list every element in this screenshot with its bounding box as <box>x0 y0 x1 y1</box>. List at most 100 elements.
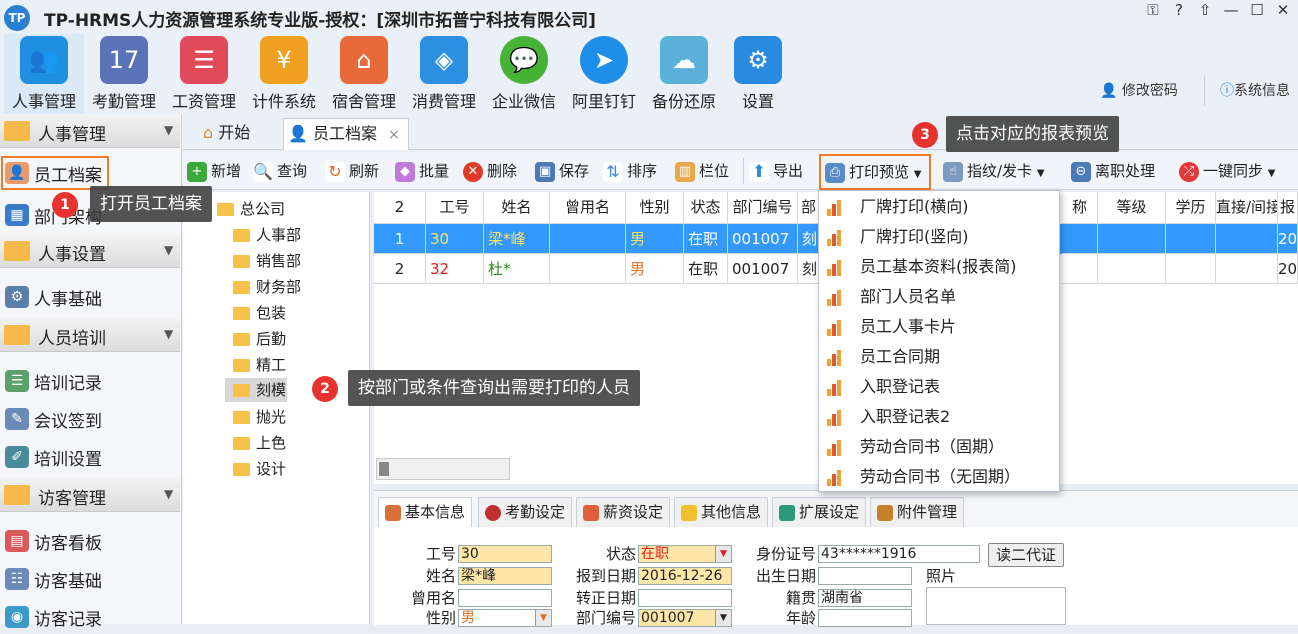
dept-no-select[interactable]: 001007 ▼ <box>638 609 732 627</box>
confirm-date-field[interactable] <box>638 589 732 607</box>
tab-home[interactable]: ⌂ 开始 <box>199 118 279 150</box>
sidebar-item-training-settings[interactable]: ✐ 培训设置 <box>0 438 180 474</box>
query-button[interactable]: 🔍 查询 <box>253 152 307 190</box>
column-header[interactable]: 等级 <box>1098 192 1166 224</box>
tab-salary[interactable]: 薪资设定 <box>576 497 671 527</box>
tree-node[interactable]: 设计 <box>233 458 286 480</box>
add-button[interactable]: + 新增 <box>187 152 241 190</box>
export-button[interactable]: ⬆ 导出 <box>749 152 803 190</box>
gender-select[interactable]: 男 ▼ <box>458 609 552 627</box>
close-button[interactable]: ✕ <box>1270 0 1296 22</box>
column-header[interactable]: 报 <box>1278 192 1298 224</box>
tree-node-selected[interactable]: 刻模 <box>225 378 287 402</box>
tab-attachments[interactable]: 附件管理 <box>870 497 965 527</box>
tree-node[interactable]: 财务部 <box>233 276 301 298</box>
read-id-card-button[interactable]: 读二代证 <box>988 543 1064 567</box>
join-date-field[interactable]: 2016-12-26 <box>638 567 732 585</box>
sidebar-section-training[interactable]: 人员培训 ▼ <box>0 318 180 352</box>
column-header[interactable]: 曾用名 <box>550 192 626 224</box>
menu-item[interactable]: 厂牌打印(横向) <box>819 192 1059 222</box>
ribbon-piecework[interactable]: ¥ 计件系统 <box>244 34 324 114</box>
tree-node-root[interactable]: 总公司 <box>217 198 285 220</box>
sidebar-section-hr-settings[interactable]: 人事设置 ▼ <box>0 234 180 268</box>
column-header[interactable]: 2 <box>374 192 426 224</box>
tree-node[interactable]: 精工 <box>233 354 286 376</box>
sidebar-item-visitor-board[interactable]: ▤ 访客看板 <box>0 522 180 558</box>
tree-node[interactable]: 销售部 <box>233 250 301 272</box>
menu-item[interactable]: 员工基本资料(报表简) <box>819 252 1059 282</box>
tab-attendance[interactable]: 考勤设定 <box>478 497 573 527</box>
refresh-button[interactable]: ↻ 刷新 <box>325 152 379 190</box>
key-icon[interactable]: ⚿ <box>1140 0 1166 22</box>
ribbon-wage[interactable]: ☰ 工资管理 <box>164 34 244 114</box>
up-arrow-icon[interactable]: ⇧ <box>1192 0 1218 22</box>
close-tab-icon[interactable]: × <box>388 127 400 143</box>
resign-button[interactable]: ⊖ 离职处理 <box>1071 152 1155 190</box>
columns-button[interactable]: ▥ 栏位 <box>675 152 729 190</box>
tree-node[interactable]: 抛光 <box>233 406 286 428</box>
column-header[interactable]: 姓名 <box>484 192 550 224</box>
former-name-field[interactable] <box>458 589 552 607</box>
column-header[interactable]: 工号 <box>426 192 484 224</box>
save-button[interactable]: ▣ 保存 <box>535 152 589 190</box>
native-place-field[interactable]: 湖南省 <box>818 589 912 607</box>
column-header[interactable]: 学历 <box>1166 192 1216 224</box>
ribbon-attendance[interactable]: 17 考勤管理 <box>84 34 164 114</box>
menu-item[interactable]: 员工人事卡片 <box>819 312 1059 342</box>
column-header[interactable]: 状态 <box>684 192 728 224</box>
ribbon-dingtalk[interactable]: ➤ 阿里钉钉 <box>564 34 644 114</box>
maximize-button[interactable]: ☐ <box>1244 0 1270 22</box>
sidebar-item-employee[interactable]: 👤 员工档案 <box>0 154 180 190</box>
id-card-field[interactable]: 43******1916 <box>818 545 980 563</box>
menu-item[interactable]: 入职登记表 <box>819 372 1059 402</box>
sidebar-item-visitor-base[interactable]: ☷ 访客基础 <box>0 560 180 596</box>
delete-button[interactable]: ✕ 删除 <box>463 152 517 190</box>
minimize-button[interactable]: — <box>1218 0 1244 22</box>
tree-node[interactable]: 包装 <box>233 302 286 324</box>
menu-item[interactable]: 劳动合同书（无固期） <box>819 462 1059 492</box>
ribbon-hr[interactable]: 👥 人事管理 <box>4 34 84 114</box>
menu-item[interactable]: 部门人员名单 <box>819 282 1059 312</box>
column-header[interactable]: 性别 <box>626 192 684 224</box>
column-header[interactable]: 称 <box>1062 192 1098 224</box>
batch-button[interactable]: ◆ 批量 <box>395 152 449 190</box>
tab-basic-info[interactable]: 基本信息 <box>378 497 473 527</box>
fingerprint-button[interactable]: ☝ 指纹/发卡 ▼ <box>943 152 1045 190</box>
sort-button[interactable]: ⇅ 排序 <box>603 152 657 190</box>
sync-button[interactable]: ⤮ 一键同步 ▼ <box>1179 152 1276 190</box>
photo-box[interactable] <box>926 587 1066 625</box>
sidebar-item-training-record[interactable]: ☰ 培训记录 <box>0 362 180 398</box>
menu-item[interactable]: 厂牌打印(竖向) <box>819 222 1059 252</box>
tree-node[interactable]: 人事部 <box>233 224 301 246</box>
scroll-thumb[interactable] <box>379 462 389 476</box>
ribbon-wechat[interactable]: 💬 企业微信 <box>484 34 564 114</box>
ribbon-consume[interactable]: ◈ 消费管理 <box>404 34 484 114</box>
sidebar-item-hr-base[interactable]: ⚙ 人事基础 <box>0 278 180 314</box>
tab-extension[interactable]: 扩展设定 <box>772 497 867 527</box>
sidebar-item-visitor-record[interactable]: ◉ 访客记录 <box>0 598 180 634</box>
horizontal-scrollbar[interactable] <box>376 458 510 480</box>
id-field[interactable]: 30 <box>458 545 552 563</box>
age-field[interactable] <box>818 609 912 627</box>
ribbon-dorm[interactable]: ⌂ 宿舍管理 <box>324 34 404 114</box>
tree-node[interactable]: 上色 <box>233 432 286 454</box>
column-header[interactable]: 部 <box>798 192 820 224</box>
column-header[interactable]: 部门编号 <box>728 192 798 224</box>
change-password-link[interactable]: 👤 修改密码 <box>1100 80 1178 100</box>
ribbon-settings[interactable]: ⚙ 设置 <box>718 34 798 114</box>
sidebar-item-meeting-signin[interactable]: ✎ 会议签到 <box>0 400 180 436</box>
tree-node[interactable]: 后勤 <box>233 328 286 350</box>
menu-item[interactable]: 劳动合同书（固期） <box>819 432 1059 462</box>
help-icon[interactable]: ? <box>1166 0 1192 22</box>
tab-other-info[interactable]: 其他信息 <box>674 497 769 527</box>
name-field[interactable]: 梁*峰 <box>458 567 552 585</box>
tab-employee[interactable]: 👤 员工档案 × <box>283 118 409 150</box>
menu-item[interactable]: 员工合同期 <box>819 342 1059 372</box>
system-info-link[interactable]: ⓘ系统信息 <box>1220 80 1290 100</box>
sidebar-section-visitor[interactable]: 访客管理 ▼ <box>0 478 180 512</box>
birth-date-field[interactable] <box>818 567 912 585</box>
print-preview-button[interactable]: ⎙ 打印预览 ▼ <box>819 154 931 190</box>
sidebar-section-hr[interactable]: 人事管理 ▼ <box>0 114 180 148</box>
column-header[interactable]: 直接/间接 <box>1216 192 1278 224</box>
menu-item[interactable]: 入职登记表2 <box>819 402 1059 432</box>
